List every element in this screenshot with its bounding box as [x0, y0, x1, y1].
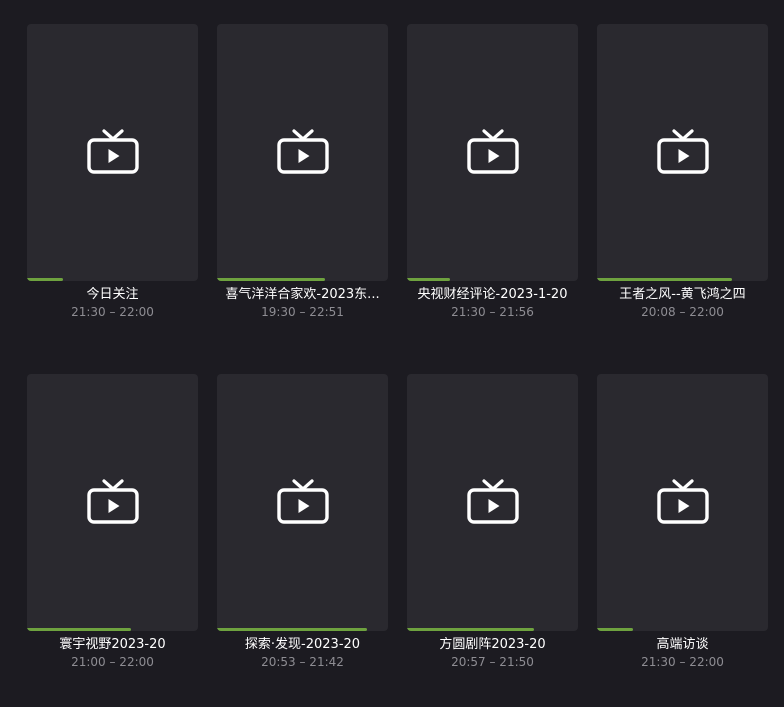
progress-fill	[597, 628, 633, 631]
progress-bar	[217, 278, 388, 281]
tv-play-icon	[467, 479, 519, 524]
program-card[interactable]: 方圆剧阵2023-20 20:57 – 21:50	[407, 374, 578, 670]
program-time: 21:30 – 21:56	[451, 305, 534, 319]
progress-fill	[27, 628, 132, 631]
program-time: 20:08 – 22:00	[641, 305, 724, 319]
tv-play-icon	[87, 129, 139, 174]
program-title: 方圆剧阵2023-20	[439, 637, 546, 652]
progress-bar	[217, 628, 388, 631]
program-title: 寰宇视野2023-20	[59, 637, 166, 652]
tv-play-icon	[87, 479, 139, 524]
progress-bar	[407, 278, 578, 281]
program-card[interactable]: 王者之风--黄飞鸿之四 20:08 – 22:00	[597, 24, 768, 320]
tv-play-icon	[657, 479, 709, 524]
tv-play-icon	[277, 129, 329, 174]
program-grid: 今日关注 21:30 – 22:00 喜气洋洋合家欢-2023东... 19:3…	[0, 0, 784, 707]
program-time: 21:00 – 22:00	[71, 655, 154, 669]
program-thumbnail[interactable]	[597, 374, 768, 631]
program-time: 21:30 – 22:00	[641, 655, 724, 669]
program-time: 20:57 – 21:50	[451, 655, 534, 669]
program-title: 喜气洋洋合家欢-2023东...	[225, 287, 380, 302]
progress-fill	[597, 278, 733, 281]
program-title: 今日关注	[86, 287, 139, 302]
tv-play-icon	[467, 129, 519, 174]
program-title: 探索·发现-2023-20	[244, 637, 361, 652]
program-title: 王者之风--黄飞鸿之四	[619, 287, 746, 302]
program-thumbnail[interactable]	[597, 24, 768, 281]
tv-play-icon	[657, 129, 709, 174]
program-card[interactable]: 喜气洋洋合家欢-2023东... 19:30 – 22:51	[217, 24, 388, 320]
program-thumbnail[interactable]	[27, 374, 198, 631]
program-time: 19:30 – 22:51	[261, 305, 344, 319]
progress-bar	[27, 278, 198, 281]
progress-bar	[597, 278, 768, 281]
program-card[interactable]: 高端访谈 21:30 – 22:00	[597, 374, 768, 670]
progress-fill	[27, 278, 63, 281]
program-card[interactable]: 寰宇视野2023-20 21:00 – 22:00	[27, 374, 198, 670]
program-card[interactable]: 央视财经评论-2023-1-20 21:30 – 21:56	[407, 24, 578, 320]
program-title: 高端访谈	[656, 637, 709, 652]
program-card[interactable]: 探索·发现-2023-20 20:53 – 21:42	[217, 374, 388, 670]
tv-play-icon	[277, 479, 329, 524]
progress-bar	[407, 628, 578, 631]
program-card[interactable]: 今日关注 21:30 – 22:00	[27, 24, 198, 320]
progress-fill	[407, 278, 450, 281]
program-time: 20:53 – 21:42	[261, 655, 344, 669]
progress-bar	[597, 628, 768, 631]
program-title: 央视财经评论-2023-1-20	[417, 287, 568, 302]
program-thumbnail[interactable]	[407, 24, 578, 281]
program-thumbnail[interactable]	[27, 24, 198, 281]
progress-fill	[407, 628, 534, 631]
program-time: 21:30 – 22:00	[71, 305, 154, 319]
progress-fill	[217, 628, 368, 631]
progress-fill	[217, 278, 325, 281]
progress-bar	[27, 628, 198, 631]
program-thumbnail[interactable]	[217, 24, 388, 281]
program-thumbnail[interactable]	[407, 374, 578, 631]
program-thumbnail[interactable]	[217, 374, 388, 631]
